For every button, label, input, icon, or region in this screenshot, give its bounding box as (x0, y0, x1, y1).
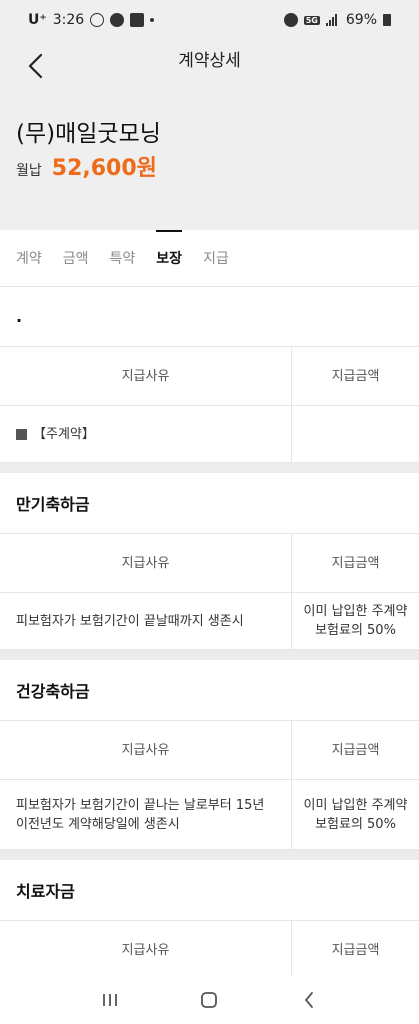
carrier-label: U⁺ (28, 12, 47, 28)
table-row: 피보험자가 보험기간이 끝날때까지 생존시 이미 납입한 주계약보험료의 50% (0, 593, 419, 650)
home-icon (201, 991, 218, 1008)
table-row: 피보험자가 보험기간이 끝나는 날로부터 15년 이전년도 계약해당일에 생존시… (0, 780, 419, 850)
status-left: U⁺ 3:26 (28, 12, 155, 28)
header-amount: 지급금액 (331, 942, 380, 958)
row-reason: 【주계약】 (0, 406, 292, 462)
row-amount: 이미 납입한 주계약보험료의 50% (303, 797, 408, 832)
coverage-table: 지급사유 지급금액 피보험자가 보험기간이 끝날때까지 생존시 이미 납입한 주… (0, 533, 419, 650)
premium-label: 월납 (16, 163, 42, 179)
page-title: 계약상세 (178, 51, 241, 71)
recent-apps-icon (102, 993, 117, 1006)
image-icon (130, 13, 145, 27)
system-back-button[interactable] (289, 985, 329, 1015)
section-divider (0, 850, 419, 860)
product-name: (무)매일굿모닝 (16, 121, 161, 147)
home-button[interactable] (189, 985, 229, 1015)
row-reason: 피보험자가 보험기간이 끝날때까지 생존시 (0, 593, 292, 649)
more-notifications-icon (150, 18, 155, 22)
tab-rider[interactable]: 특약 (110, 230, 136, 287)
section-divider (0, 463, 419, 473)
section-title: . (16, 307, 23, 326)
contract-header: 계약상세 (무)매일굿모닝 월납 52,600원 (0, 40, 419, 230)
tab-coverage[interactable]: 보장 (156, 230, 182, 287)
status-bar: U⁺ 3:26 5G 69% (0, 0, 419, 40)
alarm-icon (283, 13, 298, 27)
network-type-icon: 5G (303, 15, 320, 25)
back-icon (305, 991, 314, 1008)
coverage-table: 지급사유 지급금액 【주계약】 (0, 346, 419, 463)
table-header-row: 지급사유 지급금액 (0, 721, 419, 780)
header-reason: 지급사유 (0, 534, 292, 592)
square-bullet-icon (16, 428, 27, 440)
header-reason: 지급사유 (0, 921, 292, 975)
premium-value: 52,600원 (51, 156, 157, 181)
header-amount: 지급금액 (331, 368, 380, 384)
tab-payment[interactable]: 지급 (203, 230, 229, 287)
section-title: 치료자금 (16, 882, 75, 901)
tab-amount[interactable]: 금액 (63, 230, 89, 287)
table-row: 【주계약】 (0, 406, 419, 463)
section-title: 건강축하금 (16, 682, 90, 701)
contract-content: 계약 금액 특약 보장 지급 . 지급사유 지급금액 【주계약】 만기축하금 지… (0, 230, 419, 975)
coverage-table: 지급사유 지급금액 피보험자가 보험기간이 끝나는 날로부터 15년 이전년도 … (0, 720, 419, 850)
battery-percent: 69% (345, 12, 377, 28)
face-icon (90, 13, 105, 27)
tab-contract[interactable]: 계약 (16, 230, 42, 287)
section-title: 만기축하금 (16, 495, 90, 514)
tab-bar: 계약 금액 특약 보장 지급 (0, 230, 419, 287)
chat-icon (110, 13, 125, 27)
system-nav-bar (0, 975, 419, 1024)
table-header-row: 지급사유 지급금액 (0, 347, 419, 406)
row-reason-text: 【주계약】 (33, 426, 95, 442)
table-header-row: 지급사유 지급금액 (0, 534, 419, 593)
row-amount (292, 406, 419, 462)
status-right: 5G 69% (283, 12, 391, 28)
premium-row: 월납 52,600원 (16, 150, 157, 182)
header-reason: 지급사유 (0, 721, 292, 779)
row-reason: 피보험자가 보험기간이 끝나는 날로부터 15년 이전년도 계약해당일에 생존시 (0, 780, 292, 849)
header-reason: 지급사유 (0, 347, 292, 405)
battery-icon (383, 14, 391, 26)
row-amount: 이미 납입한 주계약보험료의 50% (303, 604, 408, 638)
header-amount: 지급금액 (331, 555, 380, 571)
recent-apps-button[interactable] (90, 985, 130, 1015)
clock: 3:26 (52, 12, 85, 28)
signal-icon (325, 14, 340, 26)
table-header-row: 지급사유 지급금액 (0, 921, 419, 975)
coverage-table: 지급사유 지급금액 (0, 920, 419, 975)
header-amount: 지급금액 (331, 742, 380, 758)
section-divider (0, 650, 419, 660)
